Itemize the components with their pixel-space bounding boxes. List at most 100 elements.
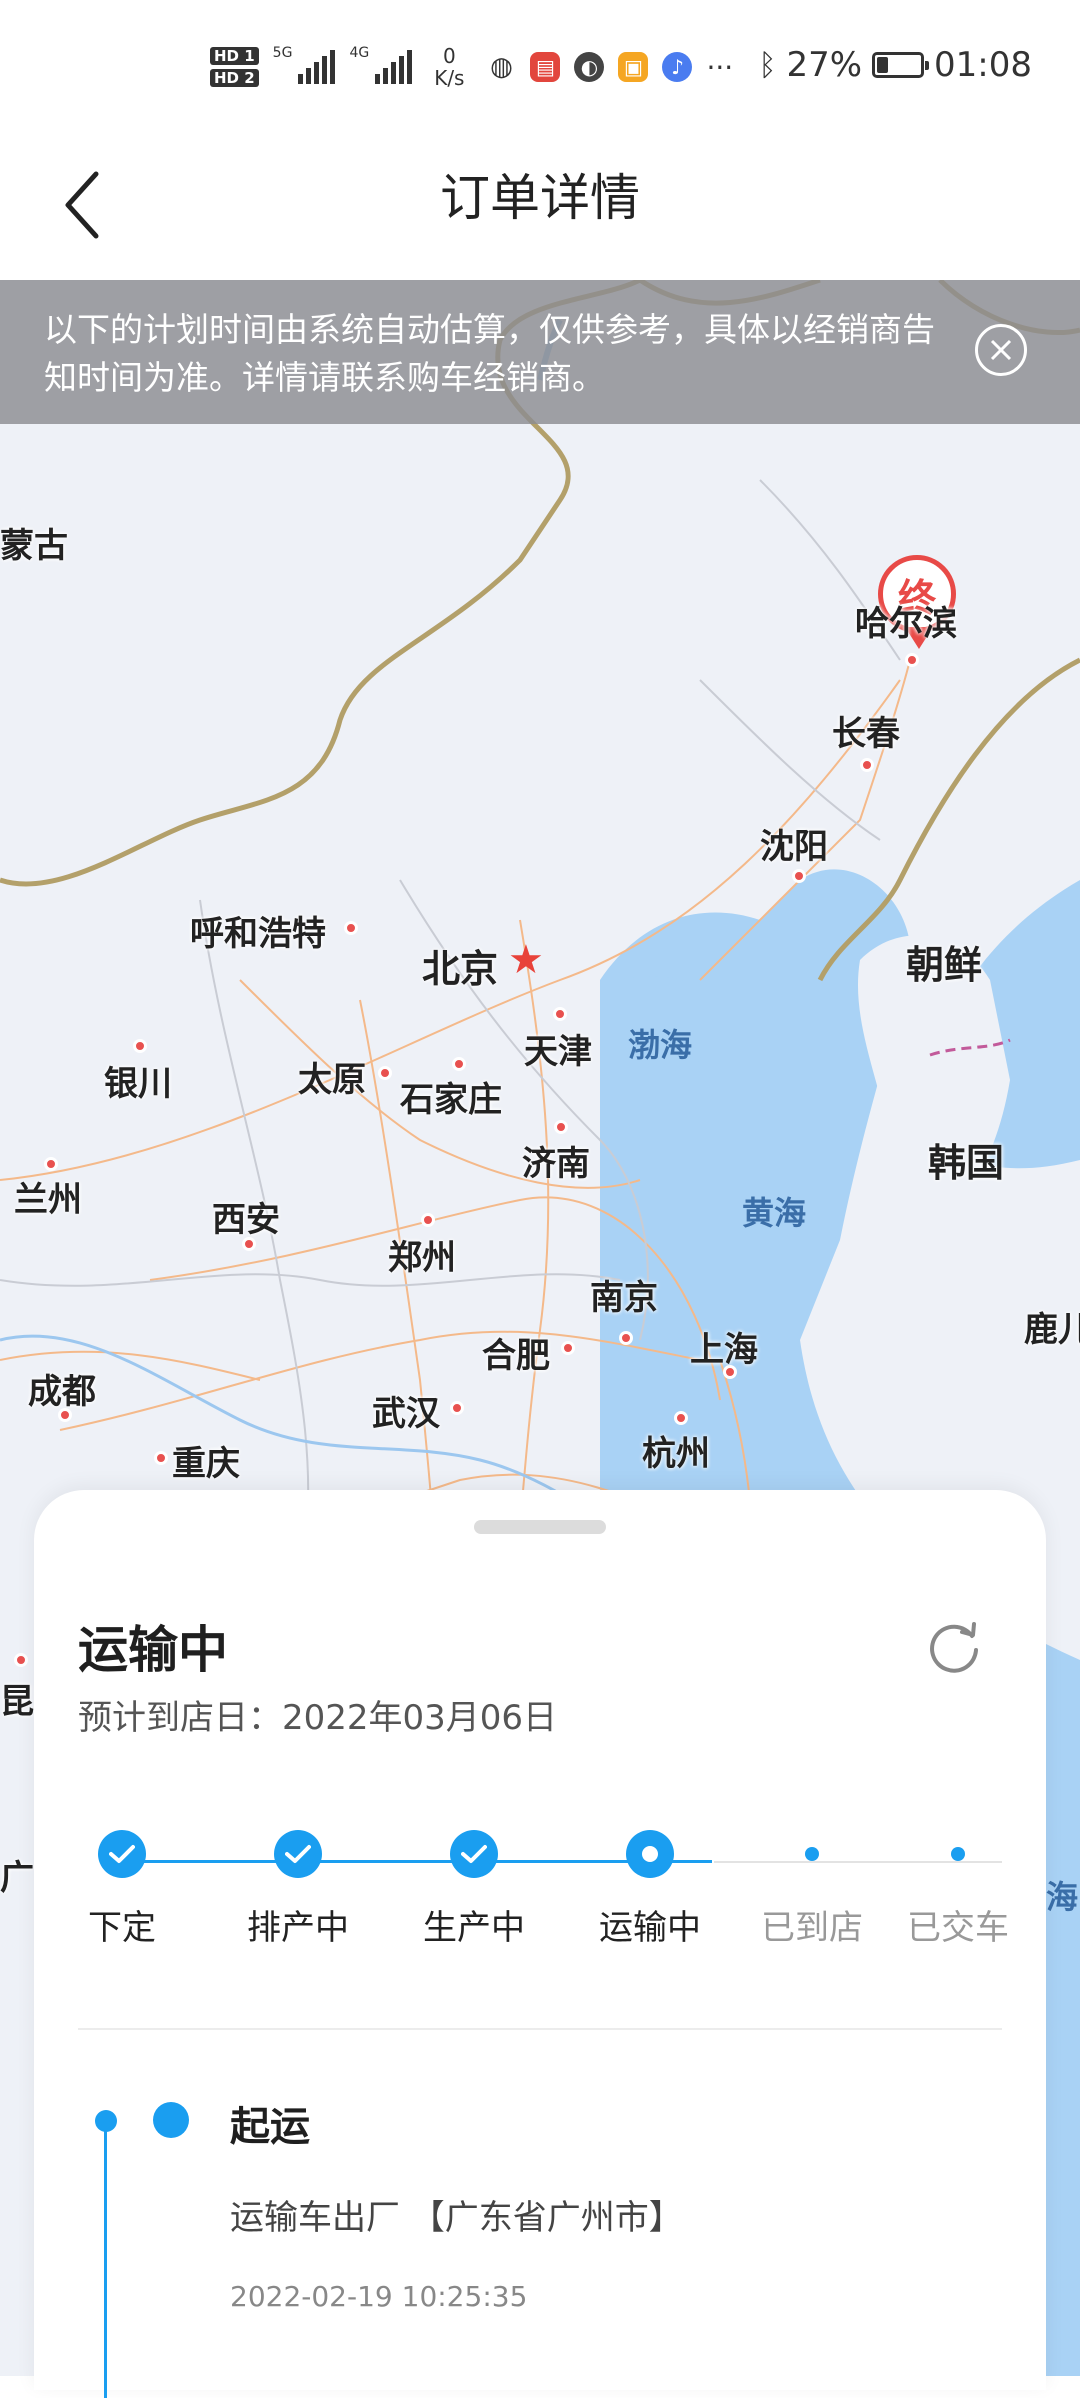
city-dot-nanjing [619,1331,633,1345]
bluetooth-icon: ᛒ [758,47,777,83]
music-app-icon: ♪ [662,52,693,82]
city-dot-chongqing [154,1451,168,1465]
map-label-shenyang: 沈阳 [760,827,828,867]
city-dot-jinan [554,1120,568,1134]
city-dot-changchun [860,758,874,772]
order-status-card: 运输中 预计到店日：2022年03月06日 下定 排产中 生产中 运输中 已到店… [34,1490,1046,2398]
status-left: HD 1 HD 2 5G 4G 0 K/s ◍ ▤ ◐ ▣ ♪ ··· [210,45,733,89]
city-dot-hangzhou [674,1411,688,1425]
hd-badge: HD 1 HD 2 [210,47,259,87]
timeline-event-dot [153,2102,189,2138]
divider [78,2028,1002,2030]
wechat-icon: ◍ [486,52,517,82]
city-dot-yinchuan [133,1039,147,1053]
map-label-neimenggu: 蒙古 [0,526,68,566]
city-dot-shijiazhuang [452,1057,466,1071]
map-label-jinan: 济南 [522,1144,590,1184]
city-dot-haerbin [905,653,919,667]
back-arrow-icon [65,171,99,239]
battery-fill [877,57,889,73]
refresh-icon [930,1622,978,1673]
city-dot-taiyuan [378,1066,392,1080]
eta-date: 2022年03月06日 [282,1698,558,1738]
map-label-taiyuan: 太原 [298,1060,366,1100]
pending-step-icon [788,1830,836,1878]
city-dot-hefei [561,1341,575,1355]
more-notifications-icon: ··· [706,50,734,84]
step-label: 已到店 [761,1908,863,1948]
map-label-guangxi: 广 [0,1858,34,1898]
net2-label: 4G [349,45,370,61]
back-button[interactable] [42,160,122,250]
progress-steps: 下定 排产中 生产中 运输中 已到店 已交车 [78,1830,1038,1970]
status-right: ᛒ 27% 01:08 [758,45,1032,85]
map-label-chongqing: 重庆 [172,1444,240,1484]
city-dot-xian [242,1237,256,1251]
map-label-sea-right: 海 [1046,1878,1079,1916]
map-label-xian: 西安 [212,1200,280,1240]
city-dot-kunming [14,1653,28,1667]
map-label-nanjing: 南京 [590,1278,658,1318]
signal-icon-2 [375,50,413,84]
speed-unit: K/s [434,66,465,90]
timeline-event-time: 2022-02-19 10:25:35 [230,2280,528,2313]
map-label-tianjin: 天津 [524,1032,592,1072]
map-label-huhehaote: 呼和浩特 [190,914,326,954]
city-dot-chengdu [58,1408,72,1422]
check-icon [274,1830,322,1878]
step-shipping: 运输中 [580,1830,720,1949]
step-delivered: 已交车 [888,1830,1028,1949]
step-order: 下定 [52,1830,192,1949]
step-label: 运输中 [599,1908,701,1948]
timeline-line [104,2118,107,2398]
eta-label: 预计到店日： [78,1698,282,1738]
eta-line: 预计到店日：2022年03月06日 [78,1690,557,1739]
timeline-event-title: 起运 [230,2104,310,2150]
check-icon [98,1830,146,1878]
current-step-icon [626,1830,674,1878]
page-title: 订单详情 [440,169,640,227]
map-label-hefei: 合肥 [482,1336,550,1376]
book-app-icon: ▤ [530,52,561,82]
app-header: 订单详情 [0,138,1080,280]
map-label-yinchuan: 银川 [104,1064,172,1104]
step-scheduling: 排产中 [228,1830,368,1949]
city-dot-shanghai [723,1365,737,1379]
city-dot-zhengzhou [421,1213,435,1227]
map-label-haerbin: 哈尔滨 [855,604,957,644]
check-icon [450,1830,498,1878]
speed-value: 0 [442,44,456,68]
step-arrived: 已到店 [742,1830,882,1949]
map-label-hanguo: 韩国 [928,1141,1005,1185]
hd2-label: HD 2 [210,69,259,87]
notice-close-button[interactable] [975,324,1027,376]
map-label-changchun: 长春 [832,714,900,754]
refresh-button[interactable] [924,1618,984,1678]
hd1-label: HD 1 [210,47,259,65]
timeline-event-desc: 运输车出厂 【广东省广州市】 [230,2198,683,2238]
city-dot-wuhan [450,1401,464,1415]
city-dot-huhehaote [344,921,358,935]
map-label-luer: 鹿儿 [1024,1310,1080,1350]
city-dot-lanzhou [44,1157,58,1171]
map-label-bohai: 渤海 [628,1026,693,1064]
map-label-shijiazhuang: 石家庄 [400,1080,502,1120]
map-label-shanghai: 上海 [690,1330,758,1370]
map-label-chaoxian: 朝鲜 [906,943,983,987]
step-producing: 生产中 [404,1830,544,1949]
capital-star-icon: ★ [508,937,544,983]
notice-text: 以下的计划时间由系统自动估算，仅供参考，具体以经销商告知时间为准。详情请联系购车… [44,310,935,397]
clock: 01:08 [934,45,1032,85]
close-icon [990,339,1012,361]
step-label: 下定 [88,1908,156,1948]
drag-handle[interactable] [474,1520,606,1534]
map-label-lanzhou: 兰州 [14,1180,82,1220]
battery-percent: 27% [786,45,863,85]
step-label: 排产中 [247,1908,349,1948]
city-dot-tianjin [553,1007,567,1021]
ball-app-icon: ◐ [574,52,605,82]
map-label-chengdu: 成都 [28,1372,96,1412]
pending-step-icon [934,1830,982,1878]
status-bar: HD 1 HD 2 5G 4G 0 K/s ◍ ▤ ◐ ▣ ♪ ··· ᛒ 27… [0,0,1080,138]
store-app-icon: ▣ [618,52,649,82]
